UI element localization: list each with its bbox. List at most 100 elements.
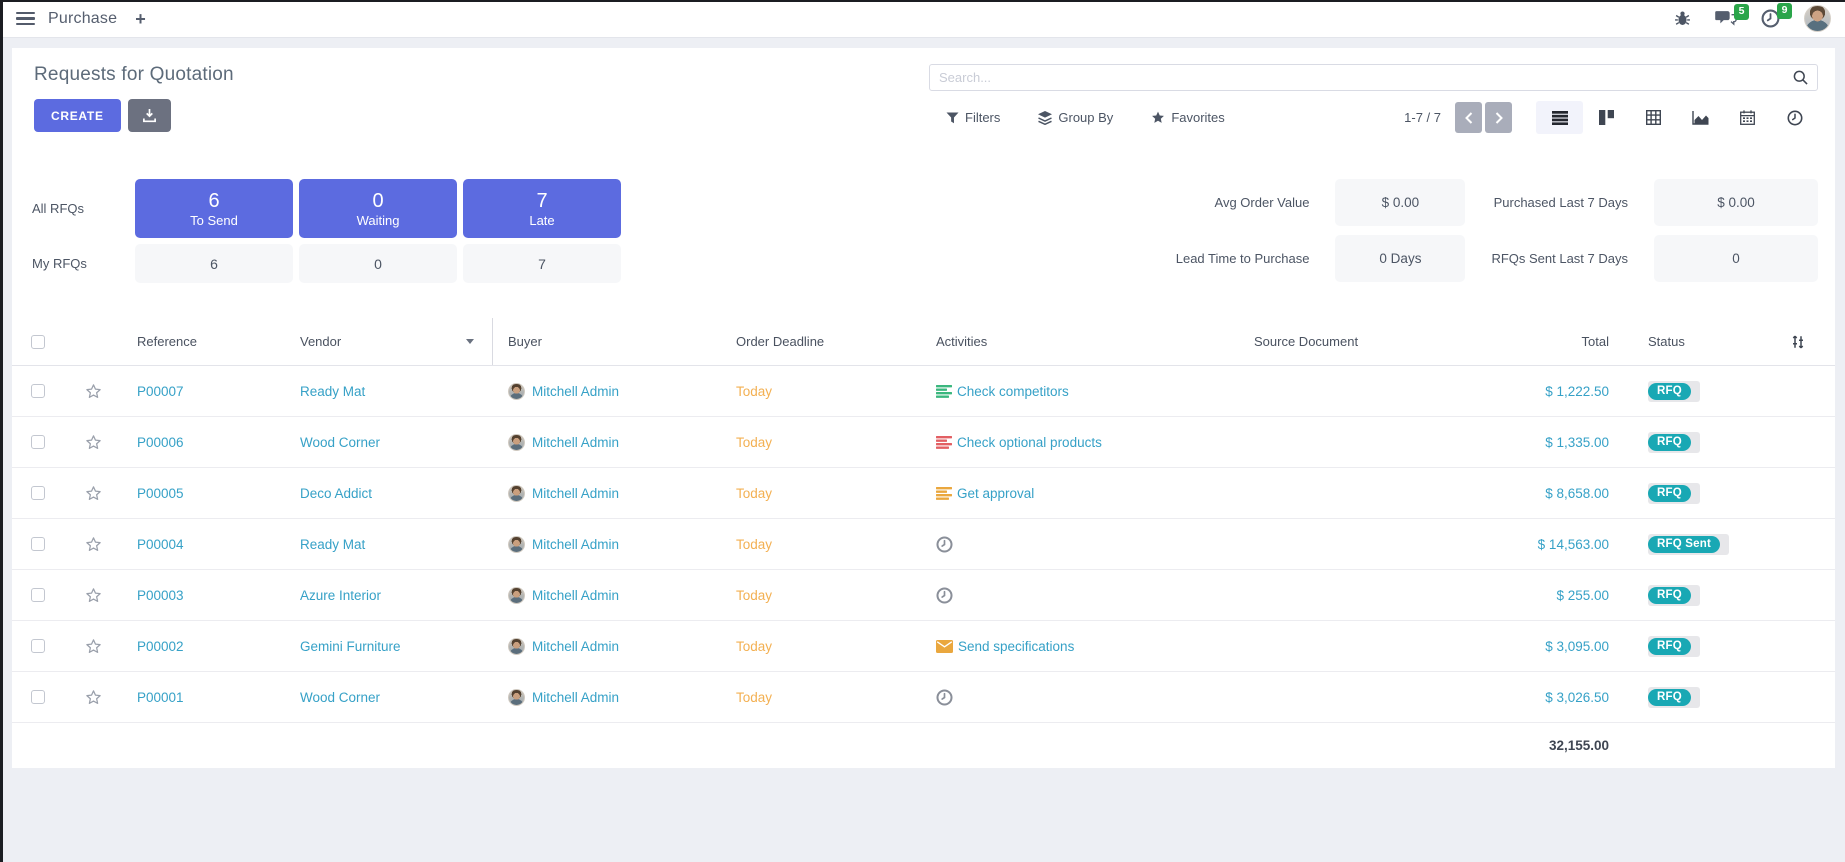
row-checkbox[interactable] [31, 486, 45, 500]
buyer-link[interactable]: Mitchell Admin [532, 486, 619, 501]
status-badge: RFQ [1648, 585, 1700, 606]
kpi-late[interactable]: 7 Late [463, 179, 621, 238]
pager-next-button[interactable] [1485, 102, 1512, 133]
header-activities[interactable]: Activities [921, 318, 1239, 365]
vendor-link[interactable]: Ready Mat [300, 384, 365, 399]
favorite-star-icon[interactable] [84, 688, 103, 707]
table-row[interactable]: P00005 Deco Addict Mitchell Admin Today … [12, 468, 1835, 519]
search-input[interactable] [939, 70, 1793, 85]
pivot-view-button[interactable] [1630, 101, 1677, 134]
reference-link[interactable]: P00007 [137, 384, 184, 399]
calendar-view-button[interactable] [1724, 101, 1771, 134]
select-all-checkbox[interactable] [31, 335, 45, 349]
table-row[interactable]: P00004 Ready Mat Mitchell Admin Today $ … [12, 519, 1835, 570]
reference-link[interactable]: P00001 [137, 690, 184, 705]
apps-menu-icon[interactable] [16, 12, 35, 26]
buyer-link[interactable]: Mitchell Admin [532, 588, 619, 603]
list-view-button[interactable] [1536, 101, 1583, 134]
plus-new-tab-icon[interactable]: + [135, 10, 146, 28]
favorite-star-icon[interactable] [84, 535, 103, 554]
layers-icon [1038, 111, 1052, 125]
buyer-link[interactable]: Mitchell Admin [532, 537, 619, 552]
activity-link[interactable]: Send specifications [958, 639, 1074, 654]
tasks-activity-icon[interactable] [936, 385, 952, 398]
buyer-link[interactable]: Mitchell Admin [532, 639, 619, 654]
clock-activity-icon[interactable] [936, 536, 953, 553]
table-row[interactable]: P00007 Ready Mat Mitchell Admin Today Ch… [12, 366, 1835, 417]
total-amount: $ 8,658.00 [1545, 486, 1609, 501]
vendor-link[interactable]: Ready Mat [300, 537, 365, 552]
header-total[interactable]: Total [1469, 318, 1619, 365]
stat-value-lead-time: 0 Days [1335, 235, 1465, 282]
header-vendor[interactable]: Vendor [285, 318, 493, 365]
row-checkbox[interactable] [31, 537, 45, 551]
header-status[interactable]: Status [1619, 318, 1769, 365]
reference-link[interactable]: P00002 [137, 639, 184, 654]
clock-activity-icon[interactable] [936, 689, 953, 706]
table-row[interactable]: P00001 Wood Corner Mitchell Admin Today … [12, 672, 1835, 723]
kpi-my-to-send[interactable]: 6 [135, 244, 293, 283]
favorite-star-icon[interactable] [84, 637, 103, 656]
activity-link[interactable]: Get approval [957, 486, 1034, 501]
export-button[interactable] [128, 99, 171, 132]
kpi-my-late[interactable]: 7 [463, 244, 621, 283]
tasks-activity-icon[interactable] [936, 487, 952, 500]
create-button[interactable]: CREATE [34, 99, 121, 132]
row-checkbox[interactable] [31, 588, 45, 602]
footer-total-sum: 32,155.00 [1549, 738, 1609, 753]
reference-link[interactable]: P00006 [137, 435, 184, 450]
kpi-to-send[interactable]: 6 To Send [135, 179, 293, 238]
buyer-link[interactable]: Mitchell Admin [532, 690, 619, 705]
filters-button[interactable]: Filters [946, 110, 1000, 125]
vendor-link[interactable]: Wood Corner [300, 435, 380, 450]
activity-link[interactable]: Check competitors [957, 384, 1069, 399]
header-reference[interactable]: Reference [122, 318, 285, 365]
kanban-view-button[interactable] [1583, 101, 1630, 134]
row-checkbox[interactable] [31, 690, 45, 704]
favorite-star-icon[interactable] [84, 484, 103, 503]
favorite-star-icon[interactable] [84, 382, 103, 401]
vendor-link[interactable]: Deco Addict [300, 486, 372, 501]
favorite-star-icon[interactable] [84, 433, 103, 452]
reference-link[interactable]: P00004 [137, 537, 184, 552]
header-deadline[interactable]: Order Deadline [721, 318, 921, 365]
optional-columns-icon[interactable] [1769, 334, 1835, 350]
buyer-link[interactable]: Mitchell Admin [532, 435, 619, 450]
table-row[interactable]: P00003 Azure Interior Mitchell Admin Tod… [12, 570, 1835, 621]
header-buyer[interactable]: Buyer [493, 318, 721, 365]
control-panel: Requests for Quotation CREATE [12, 48, 1835, 134]
group-by-button[interactable]: Group By [1038, 110, 1113, 125]
clock-activity-icon[interactable] [936, 587, 953, 604]
kpi-waiting[interactable]: 0 Waiting [299, 179, 457, 238]
kpi-my-waiting[interactable]: 0 [299, 244, 457, 283]
row-checkbox[interactable] [31, 435, 45, 449]
buyer-link[interactable]: Mitchell Admin [532, 384, 619, 399]
table-row[interactable]: P00002 Gemini Furniture Mitchell Admin T… [12, 621, 1835, 672]
debug-bug-icon[interactable] [1674, 10, 1691, 27]
favorite-star-icon[interactable] [84, 586, 103, 605]
tasks-activity-icon[interactable] [936, 436, 952, 449]
search-icon[interactable] [1793, 70, 1808, 85]
user-avatar[interactable] [1804, 5, 1831, 32]
row-checkbox[interactable] [31, 384, 45, 398]
activity-link[interactable]: Check optional products [957, 435, 1102, 450]
order-deadline: Today [736, 435, 772, 450]
activity-view-icon [1787, 110, 1803, 126]
reference-link[interactable]: P00003 [137, 588, 184, 603]
vendor-link[interactable]: Gemini Furniture [300, 639, 401, 654]
row-checkbox[interactable] [31, 639, 45, 653]
vendor-link[interactable]: Wood Corner [300, 690, 380, 705]
header-source[interactable]: Source Document [1239, 318, 1469, 365]
reference-link[interactable]: P00005 [137, 486, 184, 501]
app-title[interactable]: Purchase [48, 10, 117, 28]
graph-view-button[interactable] [1677, 101, 1724, 134]
favorites-button[interactable]: Favorites [1151, 110, 1224, 125]
window-edge [0, 0, 1845, 2]
envelope-activity-icon[interactable] [936, 640, 953, 653]
vendor-link[interactable]: Azure Interior [300, 588, 381, 603]
activity-view-button[interactable] [1771, 101, 1818, 134]
messages-chat-icon[interactable]: 5 [1715, 10, 1737, 27]
activities-clock-icon[interactable]: 9 [1761, 9, 1780, 28]
pager-previous-button[interactable] [1455, 102, 1482, 133]
table-row[interactable]: P00006 Wood Corner Mitchell Admin Today … [12, 417, 1835, 468]
